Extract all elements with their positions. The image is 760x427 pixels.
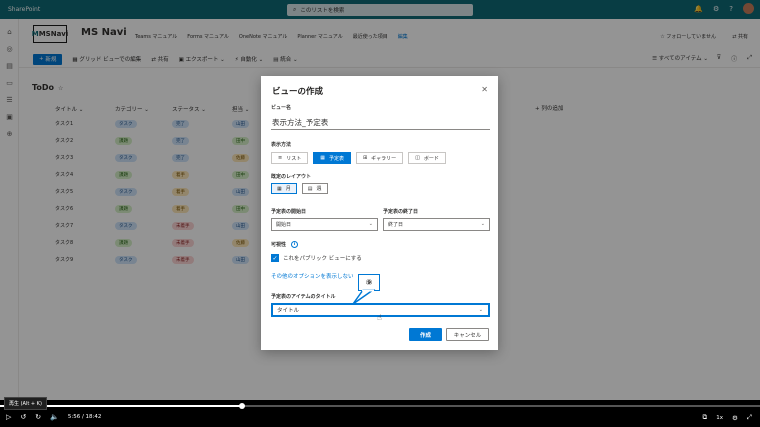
display-option-calendar[interactable]: ▦ 予定表	[313, 152, 351, 164]
item-title-label: 予定表のアイテムのタイトル	[271, 294, 336, 300]
progress-bar[interactable]	[0, 403, 760, 409]
hide-options-link[interactable]: その他のオプションを表示しない	[271, 272, 354, 280]
captions-icon[interactable]: ⧉	[703, 413, 708, 422]
start-date-label: 予定表の開始日	[271, 209, 307, 215]
display-label: 表示方法	[271, 142, 292, 148]
close-icon[interactable]: ✕	[481, 85, 488, 94]
calendar-month-icon: ▦	[277, 185, 282, 192]
fullscreen-icon[interactable]: ⤢	[747, 413, 752, 422]
info-icon[interactable]: i	[291, 241, 299, 248]
play-icon[interactable]: ▷	[6, 413, 11, 421]
playback-speed[interactable]: 1x	[716, 415, 723, 421]
public-view-label: これをパブリック ビューにする	[283, 256, 362, 262]
display-option-gallery[interactable]: ⊞ ギャラリー	[355, 152, 404, 164]
layout-option-month[interactable]: ▦ 月	[271, 183, 297, 194]
layout-options: ▦ 月 ▤ 週	[271, 183, 328, 194]
end-date-value: 終了日	[388, 222, 404, 228]
view-name-input[interactable]: 表示方法_予定表	[271, 115, 490, 130]
gallery-icon: ⊞	[362, 155, 368, 161]
forward-icon[interactable]: ↻	[35, 413, 41, 421]
start-date-value: 開始日	[276, 222, 292, 228]
calendar-week-icon: ▤	[307, 185, 313, 192]
chevron-down-icon: ⌄	[480, 221, 485, 227]
layout-label: 既定のレイアウト	[271, 174, 312, 180]
end-date-dropdown[interactable]: 終了日 ⌄	[383, 218, 490, 231]
checkmark-icon: ✓	[271, 254, 279, 262]
item-title-value: タイトル	[277, 308, 300, 314]
list-icon: ≡	[278, 155, 283, 161]
view-name-label: ビュー名	[271, 105, 292, 111]
display-option-list[interactable]: ≡ リスト	[271, 152, 309, 164]
video-player-controls: ▷ ↺ ↻ 🔈 5:56 / 18:42 ⧉ 1x ⚙ ⤢	[0, 400, 760, 427]
layout-option-week[interactable]: ▤ 週	[301, 183, 328, 194]
display-option-board[interactable]: ◫ ボード	[408, 152, 446, 164]
create-button[interactable]: 作成	[409, 328, 442, 341]
end-date-label: 予定表の終了日	[383, 209, 419, 215]
settings-icon[interactable]: ⚙	[732, 414, 738, 422]
calendar-icon: ▦	[320, 155, 325, 161]
chevron-down-icon: ⌄	[368, 221, 373, 227]
board-icon: ◫	[415, 155, 420, 161]
rewind-icon[interactable]: ↺	[20, 413, 26, 421]
public-view-checkbox[interactable]: ✓ これをパブリック ビューにする	[271, 254, 362, 262]
hand-cursor-icon: ☝	[377, 313, 382, 322]
time-display: 5:56 / 18:42	[67, 414, 102, 420]
display-options: ≡ リスト ▦ 予定表 ⊞ ギャラリー ◫ ボード	[271, 152, 446, 164]
cancel-button[interactable]: キャンセル	[446, 328, 489, 341]
create-view-dialog: ビューの作成 ✕ ビュー名 表示方法_予定表 表示方法 ≡ リスト ▦ 予定表 ⊞ ギ…	[261, 76, 498, 350]
start-date-dropdown[interactable]: 開始日 ⌄	[271, 218, 378, 231]
dialog-title: ビューの作成	[272, 87, 324, 97]
visibility-label: 可視性 i	[271, 241, 299, 248]
volume-icon[interactable]: 🔈	[50, 413, 59, 421]
play-tooltip: 再生 (Alt + K)	[4, 397, 47, 410]
chevron-down-icon: ⌄	[478, 307, 483, 313]
progress-knob[interactable]	[238, 403, 245, 409]
